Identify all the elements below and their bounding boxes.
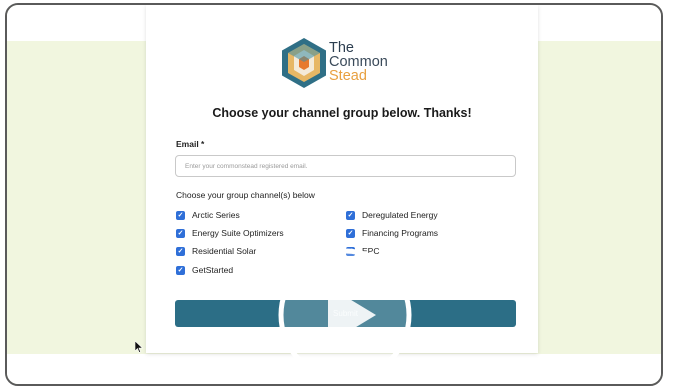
play-icon[interactable] bbox=[275, 245, 415, 385]
brand-name: The Common Stead bbox=[329, 40, 388, 84]
checkmark-icon[interactable]: ✓ bbox=[176, 265, 185, 275]
checkmark-icon[interactable]: ✓ bbox=[176, 210, 185, 220]
video-frame: The Common Stead Choose your channel gro… bbox=[5, 3, 663, 386]
cursor-arrow-icon bbox=[135, 341, 143, 353]
channel-checkbox-arctic-series[interactable]: ✓ Arctic Series bbox=[176, 210, 240, 220]
channel-label: Financing Programs bbox=[362, 228, 439, 238]
form-title: Choose your channel group below. Thanks! bbox=[212, 106, 472, 120]
channel-checkbox-getstarted[interactable]: ✓ GetStarted bbox=[176, 265, 233, 275]
checkmark-icon[interactable]: ✓ bbox=[176, 246, 185, 256]
channel-checkbox-deregulated-energy[interactable]: ✓ Deregulated Energy bbox=[346, 210, 438, 220]
brand-line-2: Common bbox=[329, 54, 388, 70]
group-channel-label: Choose your group channel(s) below bbox=[176, 190, 315, 200]
channel-checkbox-residential-solar[interactable]: ✓ Residential Solar bbox=[176, 246, 256, 256]
checkmark-icon[interactable]: ✓ bbox=[346, 228, 355, 238]
brand-logo: The Common Stead bbox=[281, 33, 406, 93]
channel-label: GetStarted bbox=[192, 265, 234, 275]
channel-label: Deregulated Energy bbox=[362, 210, 438, 220]
brand-line-1: The bbox=[329, 40, 354, 56]
channel-label: Arctic Series bbox=[192, 210, 240, 220]
checkmark-icon[interactable]: ✓ bbox=[346, 210, 355, 220]
channel-label: Residential Solar bbox=[192, 246, 257, 256]
email-field[interactable] bbox=[175, 155, 516, 177]
checkmark-icon[interactable]: ✓ bbox=[176, 228, 185, 238]
email-label: Email * bbox=[176, 139, 205, 149]
brand-line-3: Stead bbox=[329, 68, 367, 84]
channel-label: Energy Suite Optimizers bbox=[192, 228, 284, 238]
hexagon-logo-icon bbox=[282, 38, 326, 88]
channel-checkbox-financing-programs[interactable]: ✓ Financing Programs bbox=[346, 228, 438, 238]
channel-checkbox-energy-suite-optimizers[interactable]: ✓ Energy Suite Optimizers bbox=[176, 228, 284, 238]
